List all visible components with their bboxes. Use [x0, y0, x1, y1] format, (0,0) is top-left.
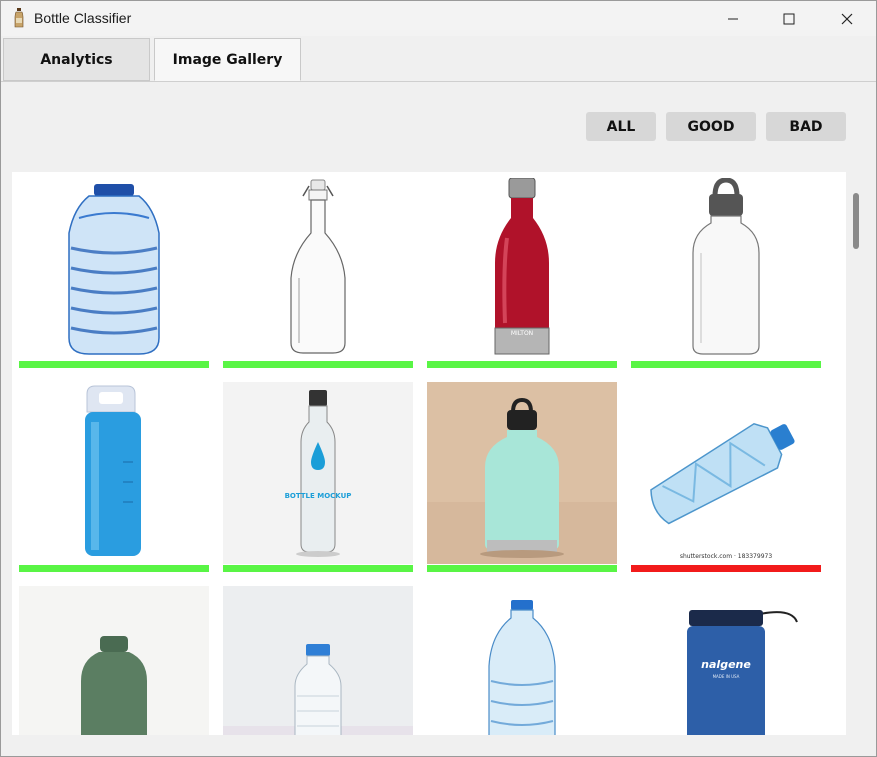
maximize-icon — [783, 13, 795, 24]
status-bar-bad — [631, 565, 821, 572]
status-bar-good — [19, 565, 209, 572]
tab-image-gallery[interactable]: Image Gallery — [154, 38, 301, 81]
maximize-button[interactable] — [760, 1, 818, 36]
shutterstock-watermark: shutterstock.com · 183379973 — [680, 553, 773, 560]
gallery-item-green-matte[interactable] — [19, 586, 209, 735]
panel-bottom — [2, 735, 875, 756]
gallery-item-blue-nalgene[interactable]: nalgene MADE IN USA — [631, 586, 821, 735]
scrollbar-thumb[interactable] — [853, 193, 859, 249]
minimize-icon — [728, 18, 738, 19]
close-icon — [841, 13, 853, 24]
image-gallery: MILTON BOTTLE MOCKUP shutterstock.com · … — [12, 172, 846, 735]
milton-logo: MILTON — [511, 330, 533, 337]
green-matte-bottle-image — [19, 586, 209, 735]
bottle-icon — [14, 8, 24, 28]
gallery-item-clear-loop-cap[interactable] — [631, 178, 821, 368]
filter-all-button[interactable]: ALL — [586, 112, 656, 141]
glass-swing-top-bottle-image — [223, 178, 413, 360]
status-bar-good — [223, 565, 413, 572]
close-button[interactable] — [818, 1, 876, 36]
gallery-item-mint-insulated[interactable] — [427, 382, 617, 572]
filter-bad-button[interactable]: BAD — [766, 112, 846, 141]
gallery-item-small-plastic[interactable] — [223, 586, 413, 735]
blue-nalgene-bottle-image: nalgene MADE IN USA — [631, 586, 821, 735]
blue-sport-bottle-image — [19, 382, 209, 564]
tab-analytics[interactable]: Analytics — [3, 38, 150, 81]
gallery-item-red-metal[interactable]: MILTON — [427, 178, 617, 368]
mockup-label: BOTTLE MOCKUP — [285, 492, 352, 500]
status-bar-good — [19, 361, 209, 368]
gallery-item-crushed-plastic[interactable]: shutterstock.com · 183379973 — [631, 382, 821, 572]
bottle-mockup-image: BOTTLE MOCKUP — [223, 382, 413, 564]
minimize-button[interactable] — [704, 1, 762, 36]
gallery-item-mockup[interactable]: BOTTLE MOCKUP — [223, 382, 413, 572]
gallery-item-blue-sport[interactable] — [19, 382, 209, 572]
small-plastic-water-bottle-image — [223, 586, 413, 735]
red-metal-bottle-image: MILTON — [427, 178, 617, 360]
gallery-scrollbar[interactable] — [847, 172, 867, 735]
ridged-water-bottle-image — [427, 586, 617, 735]
filter-good-button[interactable]: GOOD — [666, 112, 756, 141]
gallery-item-ridged-water[interactable] — [427, 586, 617, 735]
nalgene-subtext: MADE IN USA — [713, 674, 740, 679]
status-bar-good — [427, 361, 617, 368]
image-gallery-panel: ALL GOOD BAD MILTON BOTTLE MOCKUP shutte… — [2, 82, 875, 756]
title-bar: Bottle Classifier — [1, 1, 876, 36]
water-jug-bottle-image — [19, 178, 209, 360]
window-title: Bottle Classifier — [34, 10, 132, 26]
status-bar-good — [223, 361, 413, 368]
gallery-item-water-jug[interactable] — [19, 178, 209, 368]
tab-bar: Analytics Image Gallery — [1, 36, 876, 82]
status-bar-good — [427, 565, 617, 572]
clear-bottle-grey-loop-cap-image — [631, 178, 821, 360]
nalgene-logo: nalgene — [701, 658, 751, 671]
mint-insulated-bottle-image — [427, 382, 617, 564]
app-window: Bottle Classifier Analytics Image Galler… — [0, 0, 877, 757]
crushed-plastic-bottle-image: shutterstock.com · 183379973 — [631, 382, 821, 564]
status-bar-good — [631, 361, 821, 368]
gallery-item-glass-swing-top[interactable] — [223, 178, 413, 368]
